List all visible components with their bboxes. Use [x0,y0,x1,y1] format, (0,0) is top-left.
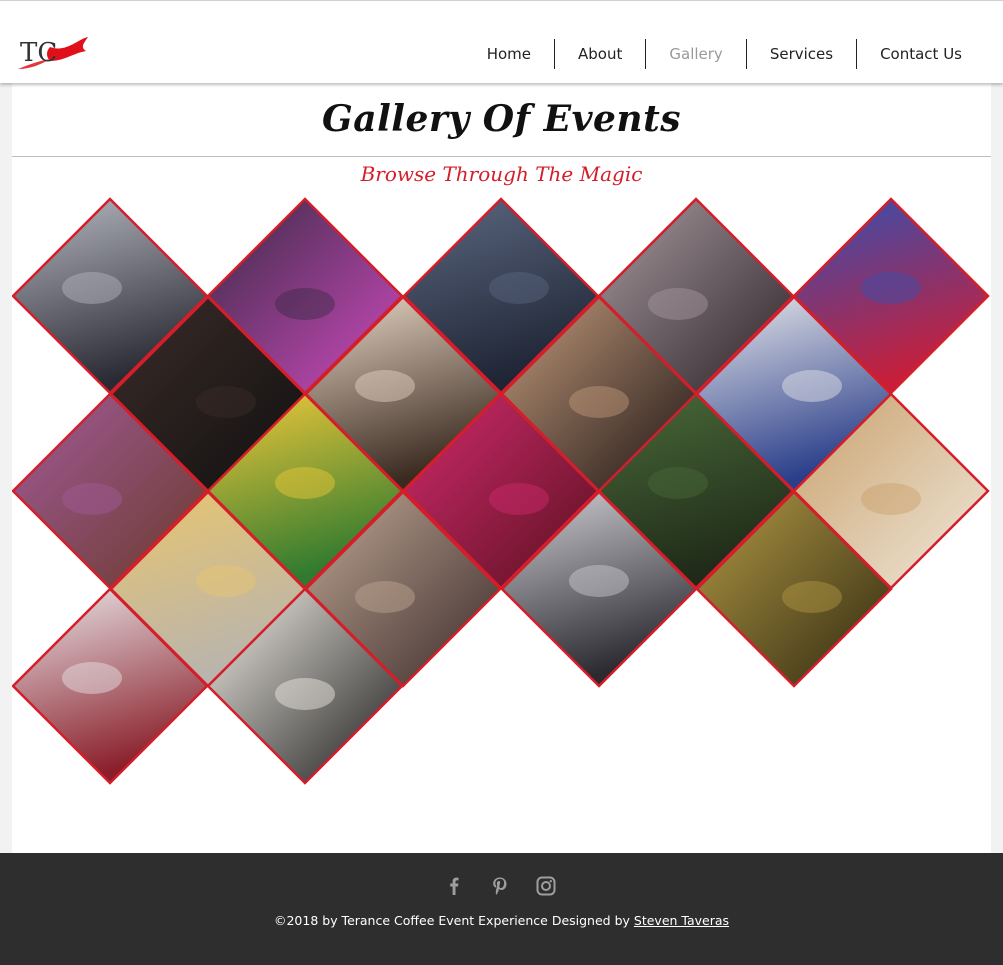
site-header: TC Home About Gallery Services Contact U… [0,0,1003,83]
tile-highlight [782,370,842,402]
tile-highlight [861,483,921,515]
pinterest-icon[interactable] [489,875,511,897]
tile-highlight [275,467,335,499]
tile-highlight [569,386,629,418]
site-logo[interactable]: TC [16,31,92,75]
tile-highlight [62,272,122,304]
nav-gallery[interactable]: Gallery [645,39,745,69]
logo-text: TC [20,38,57,68]
nav-services[interactable]: Services [745,39,856,69]
facebook-icon[interactable] [443,875,465,897]
tile-highlight [196,386,256,418]
tile-highlight [648,467,708,499]
tile-highlight [569,565,629,597]
site-footer: ©2018 by Terance Coffee Event Experience… [0,853,1003,965]
tile-highlight [62,483,122,515]
copyright-text: ©2018 by Terance Coffee Event Experience… [0,913,1003,928]
designer-link[interactable]: Steven Taveras [634,913,729,928]
instagram-icon[interactable] [535,875,557,897]
tile-highlight [648,288,708,320]
logo-mark: TC [18,37,88,69]
nav-about[interactable]: About [554,39,645,69]
tile-highlight [355,370,415,402]
copyright-prefix: ©2018 by Terance Coffee Event Experience… [273,913,634,928]
tile-highlight [275,288,335,320]
nav-home[interactable]: Home [464,39,554,69]
main-content: Gallery Of Events Browse Through The Mag… [12,82,991,853]
tile-highlight [489,272,549,304]
tile-highlight [62,662,122,694]
tile-highlight [861,272,921,304]
tile-highlight [355,581,415,613]
tile-highlight [489,483,549,515]
main-nav: Home About Gallery Services Contact Us [464,39,985,69]
tile-highlight [196,565,256,597]
nav-contact[interactable]: Contact Us [856,39,985,69]
tile-highlight [782,581,842,613]
event-gallery [12,197,990,785]
social-links [0,875,1001,897]
tile-highlight [275,678,335,710]
